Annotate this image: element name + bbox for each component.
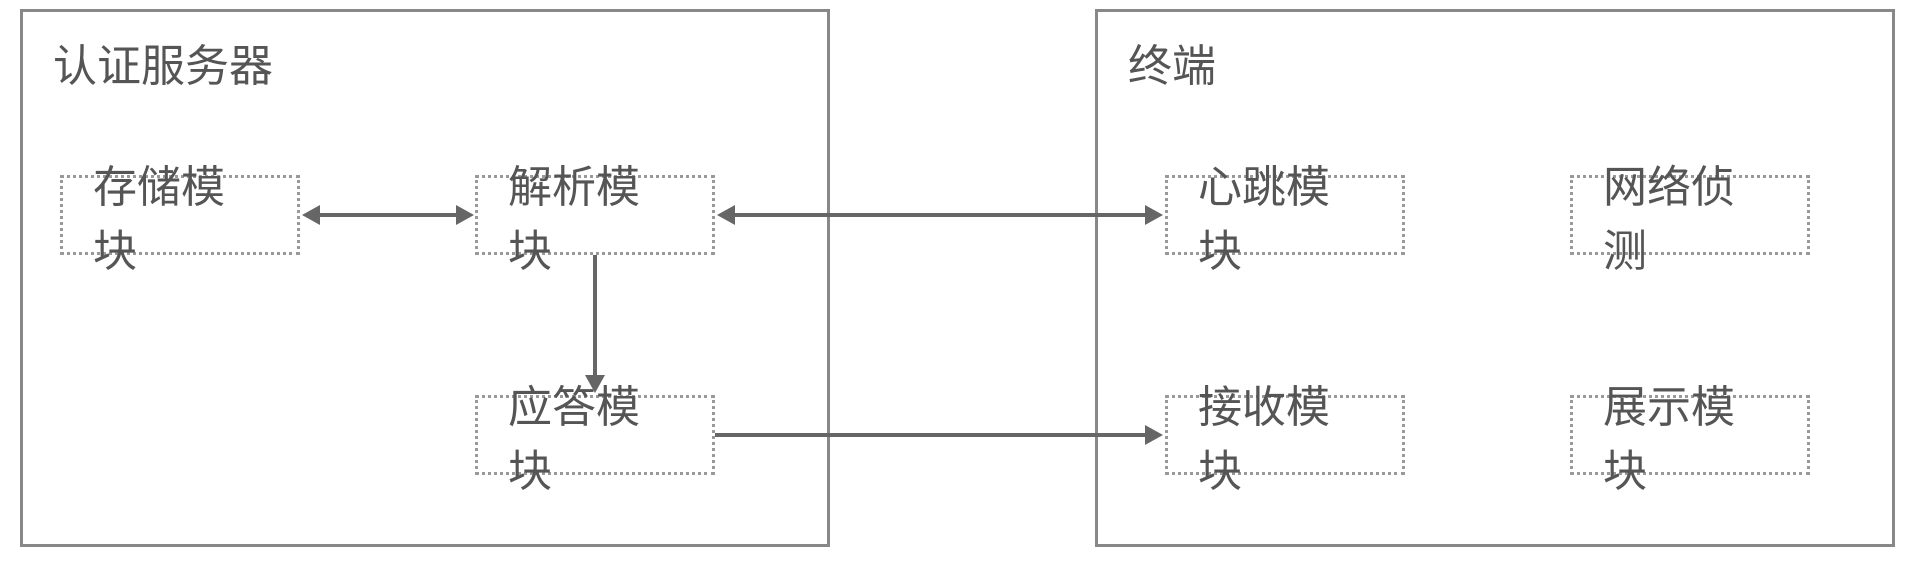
storage-module-label: 存储模块 [93,151,267,279]
network-module: 网络侦测 [1570,175,1810,255]
arrow-storage-parse-left [302,205,320,225]
response-module: 应答模块 [475,395,715,475]
arrow-parse-response [593,255,597,377]
terminal-title: 终端 [1128,30,1216,94]
arrow-parse-response-head [585,375,605,393]
network-module-label: 网络侦测 [1603,151,1777,279]
arrow-response-receive-head [1145,425,1163,445]
display-module: 展示模块 [1570,395,1810,475]
parse-module: 解析模块 [475,175,715,255]
auth-server-title: 认证服务器 [53,30,273,94]
arrow-response-receive [715,433,1147,437]
display-module-label: 展示模块 [1603,371,1777,499]
storage-module: 存储模块 [60,175,300,255]
arrow-parse-heartbeat [733,213,1147,217]
heartbeat-module-label: 心跳模块 [1198,151,1372,279]
receive-module-label: 接收模块 [1198,371,1372,499]
arrow-storage-parse-right [456,205,474,225]
heartbeat-module: 心跳模块 [1165,175,1405,255]
arrow-parse-heartbeat-left [717,205,735,225]
arrow-parse-heartbeat-right [1145,205,1163,225]
arrow-storage-parse [318,213,458,217]
receive-module: 接收模块 [1165,395,1405,475]
